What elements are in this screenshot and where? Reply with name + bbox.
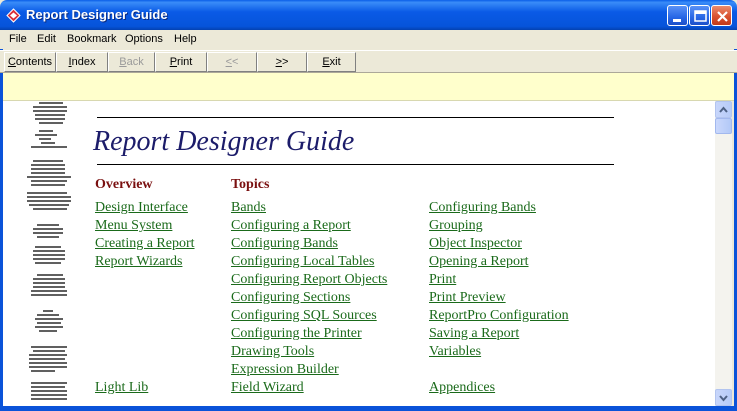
link-configuring-sections[interactable]: Configuring Sections [231, 290, 350, 306]
close-icon [717, 11, 728, 22]
close-button[interactable] [711, 5, 732, 26]
link-drawing-tools[interactable]: Drawing Tools [231, 344, 314, 360]
minimize-button[interactable] [667, 5, 688, 26]
contents-button[interactable]: Contents [4, 52, 56, 72]
title-rule-bottom [97, 164, 614, 165]
link-report-wizards[interactable]: Report Wizards [95, 254, 182, 270]
link-field-wizard[interactable]: Field Wizard [231, 380, 304, 396]
maximize-icon [694, 10, 707, 22]
topics-heading: Topics [231, 177, 270, 192]
link-configuring-local-tables[interactable]: Configuring Local Tables [231, 254, 374, 270]
link-object-inspector[interactable]: Object Inspector [429, 236, 522, 252]
decorative-side-art [27, 102, 71, 400]
title-rule-top [97, 117, 614, 118]
link-configuring-sql-sources[interactable]: Configuring SQL Sources [231, 308, 377, 324]
help-content-pane[interactable]: Report Designer Guide Overview Topics De… [3, 101, 715, 406]
window-border-bottom [0, 406, 737, 411]
title-bar[interactable]: Report Designer Guide [0, 0, 737, 30]
link-grouping[interactable]: Grouping [429, 218, 483, 234]
link-bands[interactable]: Bands [231, 200, 266, 216]
link-expression-builder[interactable]: Expression Builder [231, 362, 339, 378]
link-configuring-the-printer[interactable]: Configuring the Printer [231, 326, 362, 342]
menu-file[interactable]: File [9, 33, 27, 45]
vertical-scrollbar[interactable] [715, 101, 732, 406]
link-appendices[interactable]: Appendices [429, 380, 495, 396]
link-light-lib[interactable]: Light Lib [95, 380, 148, 396]
link-configuring-bands[interactable]: Configuring Bands [231, 236, 338, 252]
menu-edit[interactable]: Edit [37, 33, 56, 45]
minimize-icon [673, 19, 681, 22]
scroll-thumb[interactable] [715, 118, 732, 134]
link-reportpro-configuration[interactable]: ReportPro Configuration [429, 308, 569, 324]
window-title: Report Designer Guide [26, 7, 168, 22]
help-toolbar: Contents Index Back Print << >> Exit [0, 50, 737, 73]
menu-help[interactable]: Help [174, 33, 197, 45]
link-menu-system[interactable]: Menu System [95, 218, 172, 234]
link-configuring-bands-2[interactable]: Configuring Bands [429, 200, 536, 216]
link-print[interactable]: Print [429, 272, 456, 288]
arrow-up-icon [719, 106, 728, 113]
scroll-up-button[interactable] [715, 101, 732, 118]
print-button[interactable]: Print [155, 52, 207, 72]
link-saving-a-report[interactable]: Saving a Report [429, 326, 519, 342]
link-variables[interactable]: Variables [429, 344, 481, 360]
scroll-down-button[interactable] [715, 389, 732, 406]
browse-previous-button[interactable]: << [207, 52, 257, 72]
link-configuring-report-objects[interactable]: Configuring Report Objects [231, 272, 387, 288]
page-title: Report Designer Guide [93, 126, 355, 157]
arrow-down-icon [719, 395, 728, 402]
nonscrolling-region [3, 73, 734, 101]
link-print-preview[interactable]: Print Preview [429, 290, 506, 306]
help-book-icon [6, 8, 21, 23]
link-configuring-a-report[interactable]: Configuring a Report [231, 218, 351, 234]
link-opening-a-report[interactable]: Opening a Report [429, 254, 529, 270]
index-button[interactable]: Index [56, 52, 108, 72]
browse-next-button[interactable]: >> [257, 52, 307, 72]
link-design-interface[interactable]: Design Interface [95, 200, 188, 216]
back-button[interactable]: Back [108, 52, 155, 72]
exit-button[interactable]: Exit [307, 52, 356, 72]
maximize-button[interactable] [689, 5, 710, 26]
menu-bookmark[interactable]: Bookmark [67, 33, 117, 45]
link-creating-a-report[interactable]: Creating a Report [95, 236, 195, 252]
overview-heading: Overview [95, 177, 153, 192]
menu-options[interactable]: Options [125, 33, 163, 45]
menu-bar: File Edit Bookmark Options Help [0, 30, 737, 49]
